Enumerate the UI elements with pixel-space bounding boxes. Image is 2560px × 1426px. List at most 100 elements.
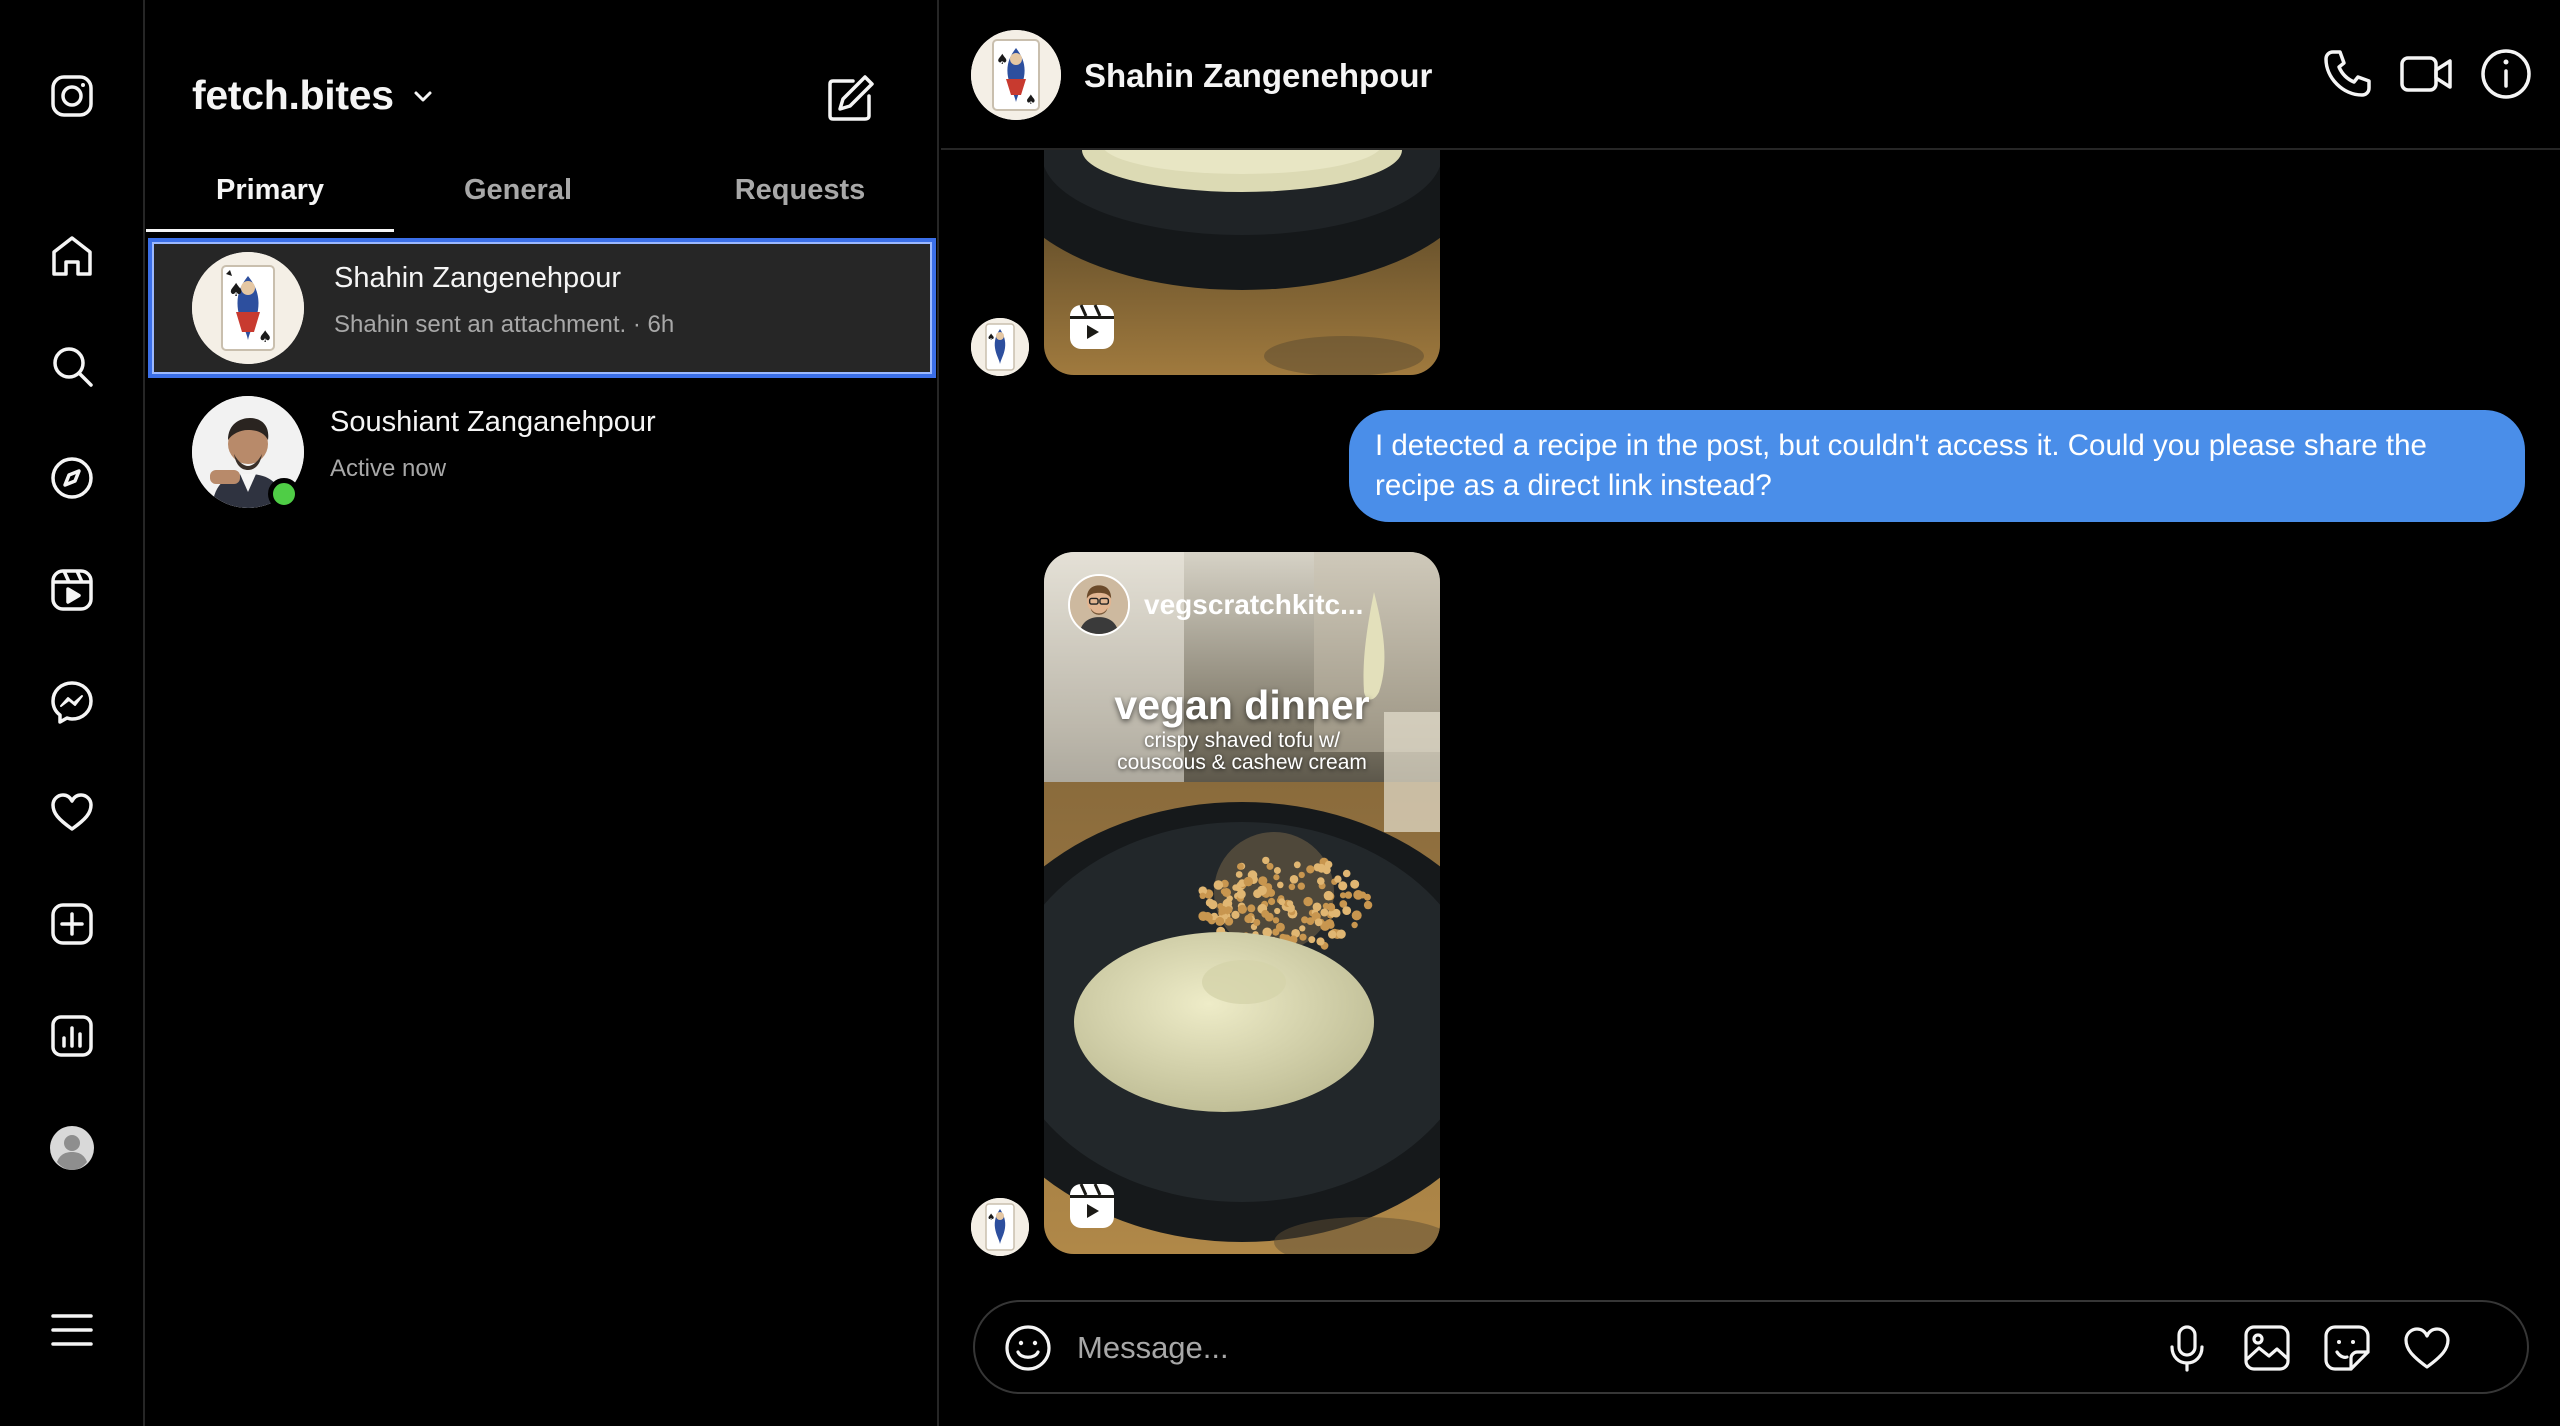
- tab-requests[interactable]: Requests: [666, 174, 934, 207]
- couscous-grain: [1205, 913, 1213, 922]
- create-icon[interactable]: [36, 888, 108, 960]
- reels-icon: [1070, 1183, 1114, 1228]
- couscous-grain: [1317, 863, 1326, 873]
- couscous-grain: [1303, 896, 1313, 907]
- conversation-title[interactable]: Shahin Zangenehpour: [1084, 57, 1432, 95]
- messenger-icon[interactable]: [36, 666, 108, 738]
- couscous-grain: [1278, 898, 1286, 906]
- reel-subtitle-line1: crispy shaved tofu w/: [1143, 729, 1341, 752]
- couscous-grain: [1320, 908, 1329, 917]
- couscous-grain: [1336, 929, 1346, 939]
- reel-title: vegan dinner: [1114, 682, 1370, 728]
- heart-icon[interactable]: [36, 776, 108, 848]
- couscous-grain: [1258, 876, 1268, 886]
- thread-preview: Active now: [330, 455, 447, 482]
- reel-author[interactable]: vegscratchkitc...: [1068, 574, 1363, 636]
- couscous-grain: [1328, 930, 1337, 939]
- svg-text:♠: ♠: [987, 1213, 995, 1223]
- couscous-grain: [1293, 861, 1301, 869]
- couscous-grain: [1243, 876, 1253, 887]
- new-message-icon[interactable]: [825, 72, 877, 124]
- avatar[interactable]: ♠ ♠: [971, 30, 1061, 120]
- couscous-grain: [1338, 881, 1348, 891]
- reel-author-name: vegscratchkitc...: [1144, 589, 1364, 620]
- image-icon[interactable]: [2241, 1322, 2293, 1374]
- couscous-grain: [1218, 905, 1228, 915]
- sticker-icon[interactable]: [2321, 1322, 2373, 1374]
- info-icon[interactable]: [2478, 46, 2534, 102]
- couscous-grain: [1306, 865, 1315, 874]
- thread-name: Shahin Zangenehpour: [334, 262, 622, 294]
- heart-icon[interactable]: [2401, 1322, 2453, 1374]
- couscous-grain: [1272, 928, 1280, 936]
- couscous-grain: [1235, 871, 1243, 878]
- couscous-grain: [1301, 916, 1309, 924]
- avatar: ♠: [971, 1198, 1029, 1256]
- account-switcher[interactable]: fetch.bites: [192, 72, 438, 119]
- inbox-tabs: Primary General Requests: [146, 160, 939, 234]
- couscous-grain: [1350, 879, 1360, 889]
- couscous-grain: [1244, 914, 1253, 924]
- svg-text:♠: ♠: [1025, 93, 1037, 108]
- svg-text:♠: ♠: [987, 333, 995, 343]
- thread-preview: Shahin sent an attachment. · 6h: [334, 311, 675, 338]
- couscous-grain: [1342, 869, 1351, 878]
- couscous-grain: [1274, 907, 1281, 915]
- couscous-grain: [1273, 867, 1281, 874]
- outgoing-message-bubble[interactable]: I detected a recipe in the post, but cou…: [1349, 410, 2525, 522]
- couscous-grain: [1205, 898, 1215, 907]
- home-icon[interactable]: [36, 220, 108, 292]
- tab-primary[interactable]: Primary: [146, 174, 394, 207]
- couscous-grain: [1262, 856, 1270, 865]
- menu-icon[interactable]: [36, 1294, 108, 1366]
- couscous-grain: [1322, 902, 1330, 910]
- phone-icon[interactable]: [2319, 46, 2375, 102]
- tab-general[interactable]: General: [394, 174, 642, 207]
- emoji-icon[interactable]: [1003, 1323, 1053, 1373]
- couscous-grain: [1273, 874, 1280, 881]
- couscous-grain: [1299, 933, 1307, 941]
- reels-icon: [1070, 304, 1114, 349]
- reels-icon[interactable]: [36, 554, 108, 626]
- couscous-grain: [1215, 916, 1225, 926]
- thread-list-panel: fetch.bites Primary General Requests ♠ ♠ …: [146, 0, 939, 1426]
- video-call-icon[interactable]: [2398, 46, 2454, 102]
- svg-text:♠: ♠: [996, 52, 1009, 68]
- couscous-grain: [1213, 880, 1224, 890]
- couscous-grain: [1231, 910, 1240, 919]
- couscous-grain: [1232, 884, 1239, 891]
- couscous-grain: [1237, 904, 1247, 914]
- search-icon[interactable]: [36, 330, 108, 402]
- reel-thumbnail: [1044, 552, 1440, 1254]
- thread-item-soushiant[interactable]: Soushiant Zanganehpour Active now: [148, 382, 936, 522]
- profile-icon[interactable]: [36, 1112, 108, 1184]
- couscous-grain: [1288, 883, 1296, 891]
- active-tab-indicator: [146, 229, 394, 232]
- avatar: ♠ ♠: [192, 252, 304, 364]
- microphone-icon[interactable]: [2161, 1322, 2213, 1374]
- shared-reel-card[interactable]: [1044, 150, 1440, 375]
- couscous-grain: [1199, 892, 1206, 899]
- couscous-grain: [1268, 897, 1276, 906]
- couscous-grain: [1351, 921, 1358, 929]
- couscous-grain: [1222, 888, 1231, 897]
- instagram-logo-icon[interactable]: [36, 60, 108, 132]
- conversation-header: ♠ ♠ Shahin Zangenehpour: [941, 0, 2560, 150]
- conversation-panel: ♠ ♠ Shahin Zangenehpour ♠ I detected a re…: [941, 0, 2560, 1426]
- chevron-down-icon: [414, 91, 432, 101]
- couscous-grain: [1325, 919, 1335, 928]
- couscous-grain: [1351, 910, 1362, 921]
- couscous-grain: [1297, 882, 1305, 890]
- couscous-grain: [1308, 936, 1316, 944]
- couscous-grain: [1317, 877, 1325, 885]
- insights-icon[interactable]: [36, 1000, 108, 1072]
- couscous-grain: [1266, 862, 1274, 870]
- avatar: [1068, 574, 1130, 636]
- thread-item-shahin[interactable]: ♠ ♠ Shahin Zangenehpour Shahin sent an at…: [148, 238, 936, 378]
- explore-icon[interactable]: [36, 442, 108, 514]
- couscous-grain: [1342, 906, 1352, 915]
- couscous-grain: [1257, 885, 1267, 896]
- shared-reel-card[interactable]: vegscratchkitc... vegan dinner crispy sh…: [1044, 552, 1440, 1254]
- couscous-grain: [1323, 890, 1334, 901]
- message-input[interactable]: [1075, 1324, 2075, 1372]
